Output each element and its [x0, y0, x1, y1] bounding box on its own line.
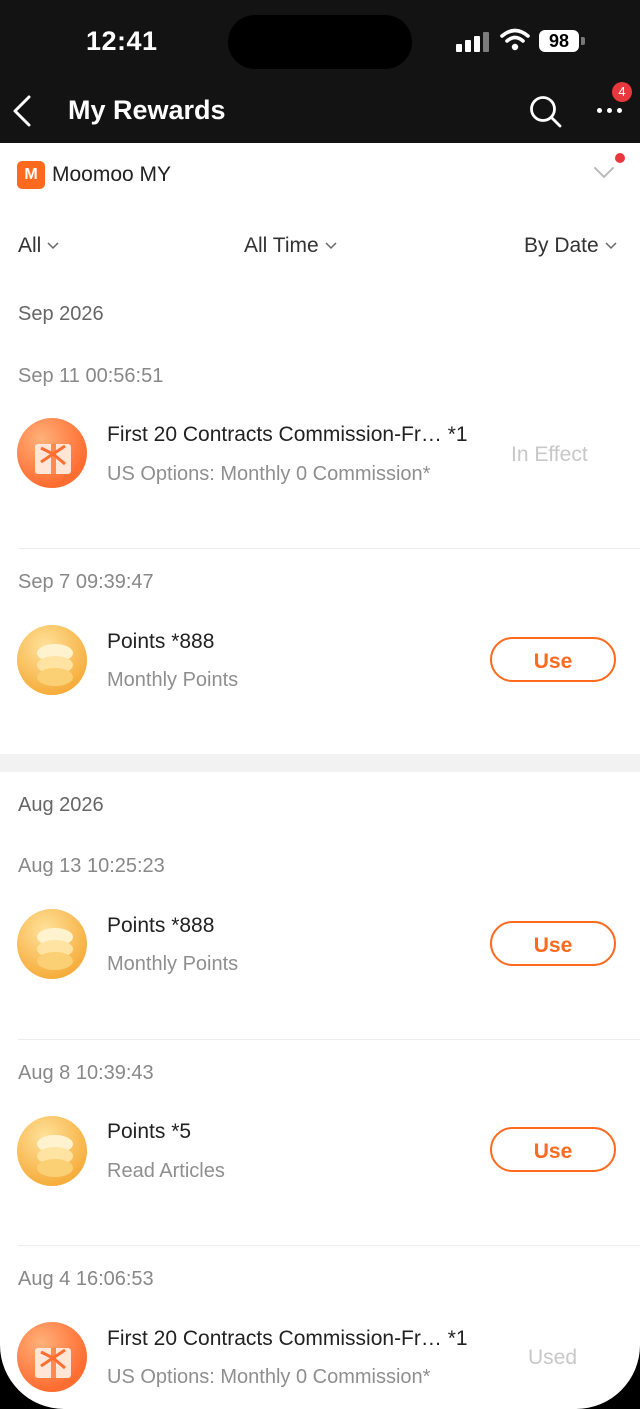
divider: [18, 548, 640, 549]
reward-subtitle: Read Articles: [107, 1160, 225, 1182]
divider: [18, 1245, 640, 1246]
filter-sort[interactable]: By Date: [524, 234, 617, 258]
filter-time[interactable]: All Time: [244, 234, 337, 258]
notification-badge: 4: [612, 82, 632, 102]
reward-title: Points *5: [107, 1120, 192, 1143]
unread-dot: [615, 153, 625, 163]
filter-type-label: All: [18, 234, 42, 257]
coins-icon: [17, 909, 87, 979]
battery-nub: [581, 37, 585, 45]
chevron-down-icon: [47, 242, 59, 250]
filter-type[interactable]: All: [18, 234, 59, 258]
use-button[interactable]: Use: [490, 921, 616, 966]
filter-sort-label: By Date: [524, 234, 599, 257]
status-time: 12:41: [86, 26, 158, 56]
rewards-screen: 12:41 98 My Rewards 4 M Moomoo MY All Al…: [0, 0, 640, 1409]
reward-timestamp: Aug 4 16:06:53: [18, 1268, 154, 1290]
back-arrow-icon[interactable]: [10, 94, 34, 128]
status-label: In Effect: [511, 443, 588, 466]
divider: [18, 1039, 640, 1040]
chevron-down-icon: [605, 242, 617, 250]
reward-timestamp: Aug 8 10:39:43: [18, 1062, 154, 1084]
coins-icon: [17, 625, 87, 695]
battery-icon: 98: [539, 30, 579, 52]
month-header: Sep 2026: [18, 303, 104, 325]
reward-subtitle: US Options: Monthly 0 Commission*: [107, 463, 431, 485]
reward-subtitle: US Options: Monthly 0 Commission*: [107, 1366, 431, 1388]
status-label: Used: [528, 1346, 578, 1369]
header-bar: 12:41 98 My Rewards 4: [0, 0, 640, 143]
reward-subtitle: Monthly Points: [107, 953, 239, 975]
reward-title: First 20 Contracts Commission-Fr… *1: [107, 423, 468, 446]
month-header: Aug 2026: [18, 794, 104, 816]
use-button[interactable]: Use: [490, 1127, 616, 1172]
more-options-icon[interactable]: [597, 108, 627, 114]
reward-title: Points *888: [107, 630, 215, 653]
reward-timestamp: Sep 11 00:56:51: [18, 365, 164, 387]
chevron-down-icon[interactable]: [593, 166, 615, 180]
dynamic-island: [228, 15, 412, 69]
reward-timestamp: Sep 7 09:39:47: [18, 571, 154, 593]
account-name: Moomoo MY: [52, 163, 172, 186]
use-button[interactable]: Use: [490, 637, 616, 682]
chevron-down-icon: [325, 242, 337, 250]
gift-icon: [17, 1322, 87, 1392]
signal-icon: [456, 32, 490, 52]
gift-icon: [17, 418, 87, 488]
reward-title: First 20 Contracts Commission-Fr… *1: [107, 1327, 468, 1350]
reward-timestamp: Aug 13 10:25:23: [18, 855, 165, 877]
reward-subtitle: Monthly Points: [107, 669, 239, 691]
reward-title: Points *888: [107, 914, 215, 937]
page-title: My Rewards: [68, 95, 226, 125]
coins-icon: [17, 1116, 87, 1186]
search-icon[interactable]: [528, 94, 562, 128]
wifi-icon: [500, 28, 530, 51]
moomoo-logo-icon: M: [17, 161, 45, 189]
filter-time-label: All Time: [244, 234, 319, 257]
section-gap: [0, 754, 640, 772]
